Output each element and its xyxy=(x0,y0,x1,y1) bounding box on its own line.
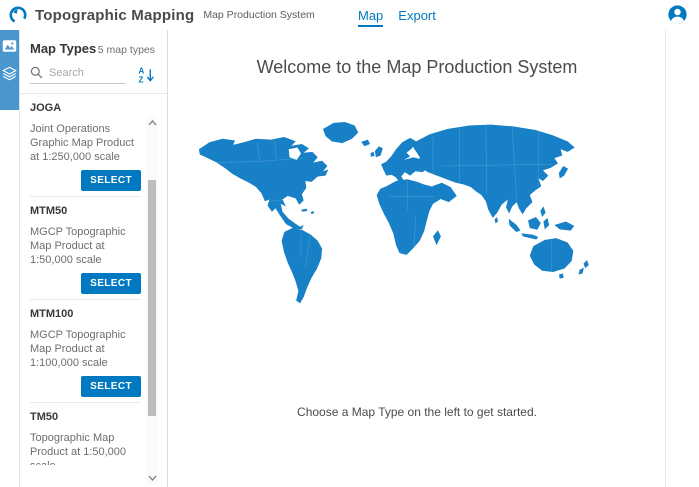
main-content: Welcome to the Map Production System xyxy=(168,30,699,487)
map-type-name: MTM100 xyxy=(30,308,141,320)
map-panel-icon[interactable] xyxy=(0,34,20,58)
search-input[interactable] xyxy=(49,67,115,79)
svg-text:Z: Z xyxy=(138,76,143,84)
map-type-name: JOGA xyxy=(30,102,141,114)
user-avatar-icon[interactable] xyxy=(668,5,687,24)
search-icon xyxy=(30,66,43,79)
map-type-list: JOGA Joint Operations Graphic Map Produc… xyxy=(20,94,167,465)
globe-logo-icon xyxy=(8,5,28,25)
map-type-count: 5 map types xyxy=(98,44,155,56)
app-title: Topographic Mapping xyxy=(35,7,194,24)
map-type-list-item: JOGA Joint Operations Graphic Map Produc… xyxy=(30,94,141,197)
app-header: Topographic Mapping Map Production Syste… xyxy=(0,0,699,30)
action-bar-active-group xyxy=(0,30,19,110)
app-window: Topographic Mapping Map Production Syste… xyxy=(0,0,699,487)
map-type-list-item: MTM50 MGCP Topographic Map Product at 1:… xyxy=(30,197,141,300)
map-type-description: Joint Operations Graphic Map Product at … xyxy=(30,122,141,164)
scrollbar-thumb[interactable] xyxy=(148,180,156,416)
map-type-name: MTM50 xyxy=(30,205,141,217)
sidebar-title: Map Types xyxy=(30,41,96,56)
select-map-type-button[interactable]: SELECT xyxy=(81,273,141,294)
scrollbar-chevron-up-icon[interactable] xyxy=(146,116,158,130)
scrollbar-chevron-down-icon[interactable] xyxy=(146,471,158,485)
map-type-list-item: MTM100 MGCP Topographic Map Product at 1… xyxy=(30,300,141,403)
action-bar xyxy=(0,30,20,487)
map-type-name: TM50 xyxy=(30,411,141,423)
svg-text:A: A xyxy=(138,67,144,76)
map-type-description: MGCP Topographic Map Product at 1:50,000… xyxy=(30,225,141,267)
sidebar-scrollbar[interactable] xyxy=(146,116,158,485)
instruction-text: Choose a Map Type on the left to get sta… xyxy=(168,405,666,419)
sidebar-header: Map Types 5 map types xyxy=(20,30,167,61)
select-map-type-button[interactable]: SELECT xyxy=(81,376,141,397)
nav-tab-export[interactable]: Export xyxy=(398,4,436,27)
map-type-list-item: TM50 Topographic Map Product at 1:50,000… xyxy=(30,403,141,465)
search-row: A Z xyxy=(20,61,167,94)
sidebar: Map Types 5 map types A Z xyxy=(20,30,168,487)
world-map-container xyxy=(168,100,666,325)
nav-tab-map[interactable]: Map xyxy=(358,4,383,27)
layers-icon[interactable] xyxy=(0,61,20,85)
world-map xyxy=(169,100,609,320)
map-type-description: MGCP Topographic Map Product at 1:100,00… xyxy=(30,328,141,370)
top-nav: Map Export xyxy=(358,0,436,30)
app-subtitle: Map Production System xyxy=(203,9,314,21)
search-box xyxy=(30,66,126,84)
select-map-type-button[interactable]: SELECT xyxy=(81,170,141,191)
sort-az-icon[interactable]: A Z xyxy=(138,66,155,84)
welcome-heading: Welcome to the Map Production System xyxy=(168,57,666,78)
map-type-description: Topographic Map Product at 1:50,000 scal… xyxy=(30,431,141,465)
